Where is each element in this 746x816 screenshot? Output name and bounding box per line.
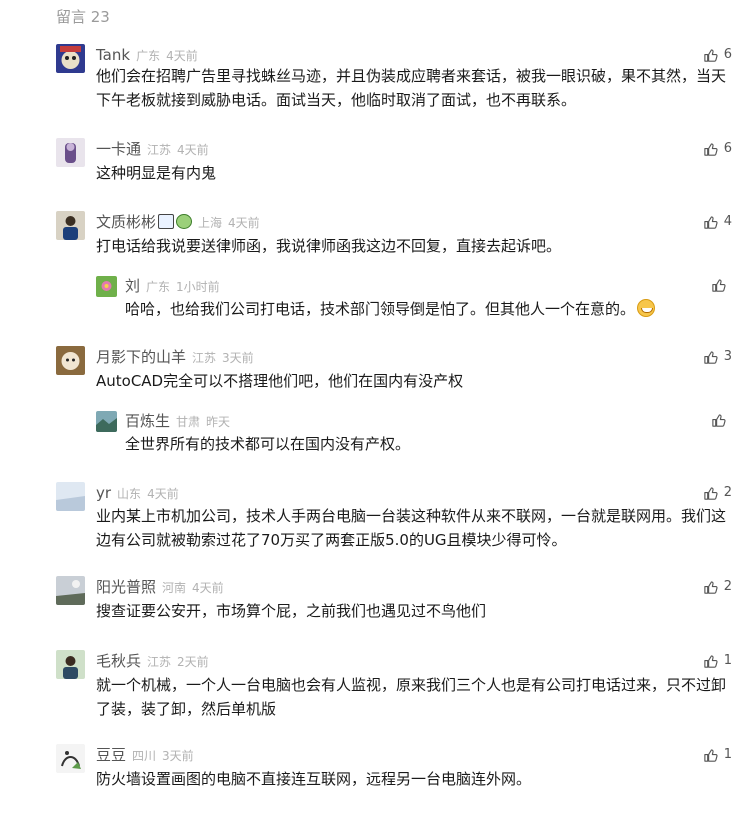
avatar[interactable] bbox=[56, 346, 85, 375]
commenter-region: 河南 bbox=[162, 581, 187, 595]
comment-text: 这种明显是有内鬼 bbox=[96, 161, 216, 185]
comment-text: 业内某上市机加公司，技术人手两台电脑一台装这种软件从来不联网，一台就是联网用。我… bbox=[96, 504, 726, 552]
avatar[interactable] bbox=[56, 211, 85, 240]
comment-time: 3天前 bbox=[222, 351, 254, 365]
commenter-name[interactable]: yr bbox=[96, 484, 111, 502]
thumb-up-icon bbox=[703, 142, 718, 157]
thumb-up-icon bbox=[711, 278, 726, 293]
comment-text-line: 全世界所有的技术都可以在国内没有产权。 bbox=[125, 435, 411, 453]
thumb-up-icon bbox=[703, 748, 718, 763]
grin-emoji-icon bbox=[637, 299, 656, 317]
comment-time: 4天前 bbox=[228, 216, 260, 230]
thumb-up-icon bbox=[703, 350, 718, 365]
commenter-region: 江苏 bbox=[147, 143, 172, 157]
commenter-region: 广东 bbox=[146, 280, 171, 294]
commenter-name[interactable]: 刘 bbox=[125, 277, 140, 295]
commenter-name[interactable]: 月影下的山羊 bbox=[96, 348, 186, 366]
comment-text-line: 下午老板就接到威胁电话。面试当天，他临时取消了面试，也不再联系。 bbox=[96, 91, 577, 109]
avatar[interactable] bbox=[56, 44, 85, 73]
like-button[interactable]: 2 bbox=[703, 579, 732, 595]
commenter-name[interactable]: Tank bbox=[96, 46, 130, 64]
comment-text-line: 哈哈，也给我们公司打电话，技术部门领导倒是怕了。但其他人一个在意的。 bbox=[125, 300, 636, 318]
commenter-name[interactable]: 阳光普照 bbox=[96, 578, 156, 596]
commenter-name[interactable]: 毛秋兵 bbox=[96, 652, 141, 670]
like-button[interactable]: 2 bbox=[703, 485, 732, 501]
thumb-up-icon bbox=[703, 215, 718, 230]
like-count: 1 bbox=[723, 747, 732, 762]
like-button[interactable]: 6 bbox=[703, 141, 732, 157]
comment-time: 3天前 bbox=[162, 749, 194, 763]
like-button[interactable]: 4 bbox=[703, 214, 732, 230]
like-count: 1 bbox=[723, 653, 732, 668]
comment-text-line: 防火墙设置画图的电脑不直接连互联网，远程另一台电脑连外网。 bbox=[96, 770, 532, 788]
thumb-up-icon bbox=[711, 413, 726, 428]
like-button[interactable]: 1 bbox=[703, 653, 732, 669]
like-count: 2 bbox=[723, 579, 732, 594]
like-button[interactable]: 6 bbox=[703, 47, 732, 63]
comment-text: 打电话给我说要送律师函，我说律师函我这边不回复，直接去起诉吧。 bbox=[96, 234, 561, 258]
comment-text: 就一个机械，一个人一台电脑也会有人监视，原来我们三个人也是有公司打电话过来，只不… bbox=[96, 673, 726, 721]
comment-text-line: 了装，装了卸，然后单机版 bbox=[96, 700, 277, 718]
like-button[interactable] bbox=[711, 278, 732, 293]
like-button[interactable]: 3 bbox=[703, 349, 732, 365]
thumb-up-icon bbox=[703, 580, 718, 595]
comments-header: 留言 23 bbox=[56, 8, 110, 26]
comment-text: 搜查证要公安开，市场算个屁，之前我们也遇见过不鸟他们 bbox=[96, 599, 486, 623]
comment-time: 昨天 bbox=[206, 415, 231, 429]
commenter-name[interactable]: 文质彬彬 bbox=[96, 213, 156, 231]
commenter-region: 江苏 bbox=[147, 655, 172, 669]
comment-text: 他们会在招聘广告里寻找蛛丝马迹，并且伪装成应聘者来套话，被我一眼识破，果不其然，… bbox=[96, 64, 726, 112]
comment-text-line: 就一个机械，一个人一台电脑也会有人监视，原来我们三个人也是有公司打电话过来，只不… bbox=[96, 676, 727, 694]
like-count: 4 bbox=[723, 214, 732, 229]
thumb-up-icon bbox=[703, 486, 718, 501]
comment-time: 2天前 bbox=[177, 655, 209, 669]
avatar[interactable] bbox=[56, 138, 85, 167]
comment-time: 4天前 bbox=[192, 581, 224, 595]
thumb-up-icon bbox=[703, 654, 718, 669]
comment-text-line: 他们会在招聘广告里寻找蛛丝马迹，并且伪装成应聘者来套话，被我一眼识破，果不其然，… bbox=[96, 67, 727, 85]
comment-text-line: 业内某上市机加公司，技术人手两台电脑一台装这种软件从来不联网，一台就是联网用。我… bbox=[96, 507, 727, 525]
commenter-region: 上海 bbox=[198, 216, 223, 230]
commenter-region: 四川 bbox=[132, 749, 157, 763]
tea-emoji-icon bbox=[176, 214, 193, 229]
commenter-name[interactable]: 百炼生 bbox=[125, 412, 170, 430]
commenter-region: 江苏 bbox=[192, 351, 217, 365]
commenter-region: 甘肃 bbox=[176, 415, 201, 429]
commenter-region: 广东 bbox=[136, 49, 161, 63]
comment-text-line: 搜查证要公安开，市场算个屁，之前我们也遇见过不鸟他们 bbox=[96, 602, 487, 620]
like-count: 6 bbox=[723, 141, 732, 156]
reply-text: 哈哈，也给我们公司打电话，技术部门领导倒是怕了。但其他人一个在意的。 bbox=[125, 297, 656, 321]
like-count: 3 bbox=[723, 349, 732, 364]
book-emoji-icon bbox=[158, 214, 175, 229]
comment-text: AutoCAD完全可以不搭理他们吧，他们在国内有没产权 bbox=[96, 369, 463, 393]
like-count: 6 bbox=[723, 47, 732, 62]
comment-text-line: 边有公司就被勒索过花了70万买了两套正版5.0的UG且模块少得可怜。 bbox=[96, 531, 567, 549]
comment-text-line: 这种明显是有内鬼 bbox=[96, 164, 217, 182]
like-count: 2 bbox=[723, 485, 732, 500]
avatar[interactable] bbox=[56, 744, 85, 773]
avatar[interactable] bbox=[56, 482, 85, 511]
avatar[interactable] bbox=[56, 650, 85, 679]
avatar[interactable] bbox=[96, 276, 117, 297]
avatar[interactable] bbox=[96, 411, 117, 432]
reply-text: 全世界所有的技术都可以在国内没有产权。 bbox=[125, 432, 410, 456]
comment-text-line: 打电话给我说要送律师函，我说律师函我这边不回复，直接去起诉吧。 bbox=[96, 237, 562, 255]
commenter-region: 山东 bbox=[117, 487, 142, 501]
commenter-name[interactable]: 一卡通 bbox=[96, 140, 141, 158]
like-button[interactable] bbox=[711, 413, 732, 428]
comment-text: 防火墙设置画图的电脑不直接连互联网，远程另一台电脑连外网。 bbox=[96, 767, 531, 791]
comment-time: 4天前 bbox=[166, 49, 198, 63]
like-button[interactable]: 1 bbox=[703, 747, 732, 763]
comment-time: 1小时前 bbox=[176, 280, 220, 294]
comment-time: 4天前 bbox=[147, 487, 179, 501]
comment-time: 4天前 bbox=[177, 143, 209, 157]
commenter-name[interactable]: 豆豆 bbox=[96, 746, 126, 764]
thumb-up-icon bbox=[703, 48, 718, 63]
comment-text-line: AutoCAD完全可以不搭理他们吧，他们在国内有没产权 bbox=[96, 372, 464, 390]
avatar[interactable] bbox=[56, 576, 85, 605]
